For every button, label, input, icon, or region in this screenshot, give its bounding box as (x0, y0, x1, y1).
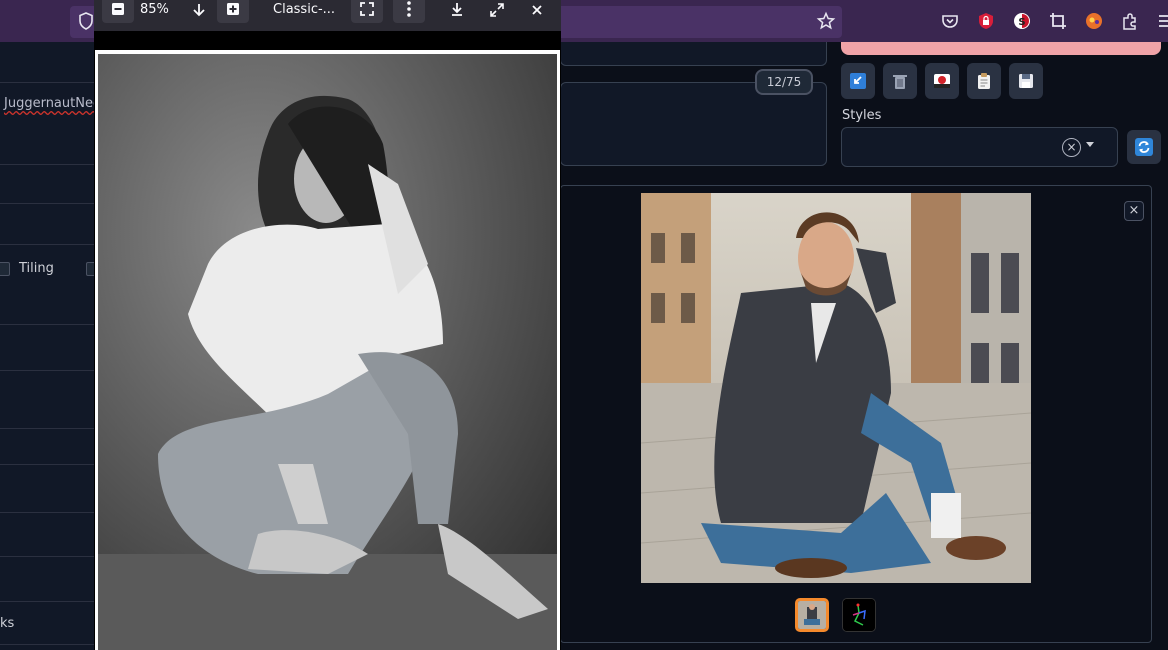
divider (0, 428, 96, 429)
apply-styles-button[interactable] (967, 63, 1001, 99)
crop-icon[interactable] (1048, 11, 1068, 31)
close-icon[interactable] (530, 3, 544, 17)
paste-prompt-button[interactable] (841, 63, 875, 99)
fullscreen-icon[interactable] (489, 2, 505, 18)
token-counter: 12/75 (755, 69, 813, 95)
trash-icon (893, 75, 907, 89)
divider (0, 82, 96, 83)
zoom-in-button[interactable] (217, 0, 249, 23)
refresh-icon (1135, 138, 1153, 156)
fox-extension-icon[interactable] (1084, 11, 1104, 31)
settings-column (0, 42, 96, 650)
svg-text:S: S (1018, 17, 1025, 28)
star-icon[interactable] (816, 11, 836, 31)
zoom-level[interactable]: 85% (140, 2, 169, 17)
menu-icon[interactable] (1156, 11, 1168, 31)
divider (0, 203, 96, 204)
divider (0, 556, 96, 557)
divider (0, 370, 96, 371)
divider (0, 512, 96, 513)
clipboard-icon (978, 73, 990, 89)
save-style-button[interactable] (1009, 63, 1043, 99)
more-icon (407, 1, 411, 17)
prompt-textarea[interactable] (560, 42, 827, 66)
ublock-icon[interactable]: S (1012, 11, 1032, 31)
generate-button[interactable] (841, 42, 1161, 55)
gallery-thumbnail[interactable] (795, 598, 829, 632)
zoom-in-icon (227, 3, 239, 15)
divider (0, 164, 96, 165)
divider (0, 324, 96, 325)
generated-image[interactable] (641, 193, 1031, 583)
close-preview-button[interactable]: × (1124, 201, 1144, 221)
divider (0, 644, 96, 645)
lock-extension-icon[interactable] (976, 11, 996, 31)
tiling-label: Tiling (19, 261, 54, 276)
truncated-label: ks (0, 616, 15, 631)
divider (0, 601, 96, 602)
viewer-photo[interactable] (98, 54, 557, 650)
download-arrow-icon[interactable] (192, 2, 206, 18)
extra-networks-button[interactable] (925, 63, 959, 99)
shield-icon[interactable] (76, 11, 96, 31)
extra-networks-icon (934, 74, 950, 88)
pocket-icon[interactable] (940, 11, 960, 31)
download-icon[interactable] (450, 2, 464, 18)
fit-to-page-button[interactable] (351, 0, 383, 23)
clear-prompt-button[interactable] (883, 63, 917, 99)
styles-label: Styles (842, 108, 882, 123)
more-options-button[interactable] (393, 0, 425, 23)
refresh-styles-button[interactable] (1127, 130, 1161, 164)
divider (0, 464, 96, 465)
zoom-out-button[interactable] (102, 0, 134, 23)
extensions-icon[interactable] (1120, 11, 1140, 31)
image-title: Classic-... (273, 2, 336, 17)
divider (0, 244, 96, 245)
negative-prompt-text[interactable]: JuggernautNeg (4, 96, 101, 111)
checkbox[interactable] (0, 262, 10, 276)
clear-styles-button[interactable]: × (1062, 138, 1081, 157)
zoom-out-icon (112, 3, 124, 15)
paste-prompt-icon (850, 73, 866, 89)
chevron-down-icon[interactable] (1086, 142, 1094, 147)
pose-thumbnail[interactable] (842, 598, 876, 632)
save-style-icon (1019, 74, 1033, 88)
fit-icon (360, 2, 374, 16)
